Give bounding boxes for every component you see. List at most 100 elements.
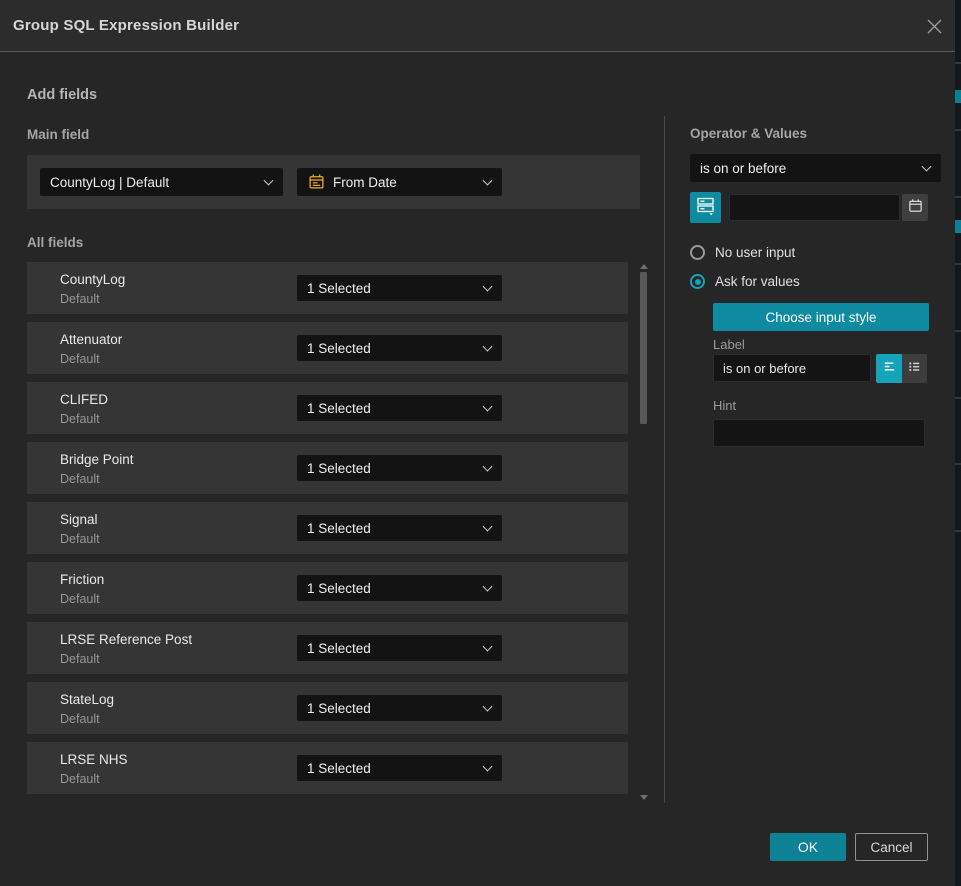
stacked-inputs-icon bbox=[695, 195, 716, 221]
radio-selected-icon bbox=[690, 274, 705, 289]
edge-divider bbox=[955, 196, 961, 198]
edge-accent bbox=[955, 90, 961, 103]
field-selection-dropdown[interactable]: 1 Selected bbox=[297, 635, 502, 661]
screen: Group SQL Expression Builder Add fields … bbox=[0, 0, 961, 886]
field-type: Default bbox=[60, 652, 100, 666]
align-left-icon bbox=[882, 359, 897, 379]
panel-divider bbox=[664, 116, 665, 803]
field-row: Bridge Point Default 1 Selected bbox=[27, 442, 628, 494]
chevron-down-icon bbox=[483, 642, 493, 652]
edge-accent bbox=[955, 220, 961, 233]
field-row: LRSE NHS Default 1 Selected bbox=[27, 742, 628, 794]
date-value-input[interactable] bbox=[729, 194, 900, 221]
all-fields-heading: All fields bbox=[27, 235, 83, 250]
operator-values-heading: Operator & Values bbox=[690, 126, 807, 141]
field-name: CLIFED bbox=[60, 392, 108, 407]
field-type: Default bbox=[60, 292, 100, 306]
radio-circle-icon bbox=[690, 245, 705, 260]
main-field-select-value: From Date bbox=[333, 175, 397, 190]
radio-label: No user input bbox=[715, 245, 795, 260]
chevron-down-icon bbox=[483, 402, 493, 412]
field-selection-dropdown[interactable]: 1 Selected bbox=[297, 575, 502, 601]
operator-select[interactable]: is on or before bbox=[690, 154, 941, 182]
edge-divider bbox=[955, 463, 961, 465]
add-fields-heading: Add fields bbox=[27, 87, 97, 103]
fields-scrollbar[interactable] bbox=[638, 262, 650, 802]
edge-divider bbox=[955, 530, 961, 532]
field-name: LRSE Reference Post bbox=[60, 632, 192, 647]
field-name: StateLog bbox=[60, 692, 114, 707]
edge-divider bbox=[955, 263, 961, 265]
field-selection-value: 1 Selected bbox=[307, 761, 371, 776]
field-row: StateLog Default 1 Selected bbox=[27, 682, 628, 734]
field-selection-value: 1 Selected bbox=[307, 341, 371, 356]
field-row: LRSE Reference Post Default 1 Selected bbox=[27, 622, 628, 674]
field-selection-dropdown[interactable]: 1 Selected bbox=[297, 395, 502, 421]
field-selection-value: 1 Selected bbox=[307, 401, 371, 416]
background-app-edge bbox=[955, 0, 961, 886]
chevron-down-icon bbox=[483, 702, 493, 712]
field-name: CountyLog bbox=[60, 272, 125, 287]
hint-input[interactable] bbox=[713, 419, 925, 447]
field-type: Default bbox=[60, 472, 100, 486]
field-selection-dropdown[interactable]: 1 Selected bbox=[297, 755, 502, 781]
field-selection-value: 1 Selected bbox=[307, 461, 371, 476]
field-selection-dropdown[interactable]: 1 Selected bbox=[297, 695, 502, 721]
radio-ask-for-values[interactable]: Ask for values bbox=[690, 274, 800, 289]
field-selection-dropdown[interactable]: 1 Selected bbox=[297, 275, 502, 301]
field-type: Default bbox=[60, 532, 100, 546]
field-type: Default bbox=[60, 712, 100, 726]
field-type: Default bbox=[60, 352, 100, 366]
chevron-down-icon bbox=[483, 522, 493, 532]
field-name: Bridge Point bbox=[60, 452, 134, 467]
field-selection-dropdown[interactable]: 1 Selected bbox=[297, 515, 502, 541]
date-picker-button[interactable] bbox=[902, 194, 928, 221]
field-selection-dropdown[interactable]: 1 Selected bbox=[297, 335, 502, 361]
input-style-list-button[interactable] bbox=[902, 354, 927, 383]
cancel-button[interactable]: Cancel bbox=[855, 833, 928, 861]
field-name: Attenuator bbox=[60, 332, 122, 347]
chevron-down-icon bbox=[264, 176, 274, 186]
field-name: LRSE NHS bbox=[60, 752, 128, 767]
calendar-icon bbox=[908, 198, 923, 218]
input-style-single-button[interactable] bbox=[876, 354, 902, 383]
scrollbar-up-arrow-icon[interactable] bbox=[640, 264, 648, 269]
label-caption: Label bbox=[713, 337, 745, 352]
layer-select-value: CountyLog | Default bbox=[50, 175, 169, 190]
radio-label: Ask for values bbox=[715, 274, 800, 289]
dialog-title: Group SQL Expression Builder bbox=[13, 0, 239, 52]
hint-caption: Hint bbox=[713, 398, 736, 413]
chevron-down-icon bbox=[483, 762, 493, 772]
field-selection-value: 1 Selected bbox=[307, 581, 371, 596]
field-type: Default bbox=[60, 412, 100, 426]
chevron-down-icon bbox=[922, 162, 932, 172]
edge-divider bbox=[955, 330, 961, 332]
field-row: CountyLog Default 1 Selected bbox=[27, 262, 628, 314]
choose-input-style-button[interactable]: Choose input style bbox=[713, 303, 929, 331]
field-selection-value: 1 Selected bbox=[307, 281, 371, 296]
layer-select[interactable]: CountyLog | Default bbox=[40, 168, 283, 196]
date-field-icon bbox=[308, 173, 325, 193]
main-field-select[interactable]: From Date bbox=[297, 168, 502, 196]
main-field-band: CountyLog | Default From Date bbox=[27, 155, 640, 209]
operator-select-value: is on or before bbox=[700, 161, 786, 176]
chevron-down-icon bbox=[483, 342, 493, 352]
field-type: Default bbox=[60, 592, 100, 606]
dialog-titlebar: Group SQL Expression Builder bbox=[0, 0, 955, 52]
field-name: Signal bbox=[60, 512, 98, 527]
field-selection-value: 1 Selected bbox=[307, 641, 371, 656]
main-field-heading: Main field bbox=[27, 127, 89, 142]
field-selection-dropdown[interactable]: 1 Selected bbox=[297, 455, 502, 481]
chevron-down-icon bbox=[483, 176, 493, 186]
scrollbar-down-arrow-icon[interactable] bbox=[640, 795, 648, 800]
edge-divider bbox=[955, 397, 961, 399]
radio-no-user-input[interactable]: No user input bbox=[690, 245, 795, 260]
input-type-button[interactable] bbox=[690, 192, 721, 223]
all-fields-list: CountyLog Default 1 Selected Attenuator Defa… bbox=[27, 262, 628, 802]
label-input[interactable] bbox=[713, 354, 871, 382]
scrollbar-thumb[interactable] bbox=[640, 272, 647, 424]
bullet-list-icon bbox=[907, 359, 922, 379]
ok-button[interactable]: OK bbox=[770, 833, 846, 861]
field-type: Default bbox=[60, 772, 100, 786]
close-icon[interactable] bbox=[926, 18, 943, 35]
